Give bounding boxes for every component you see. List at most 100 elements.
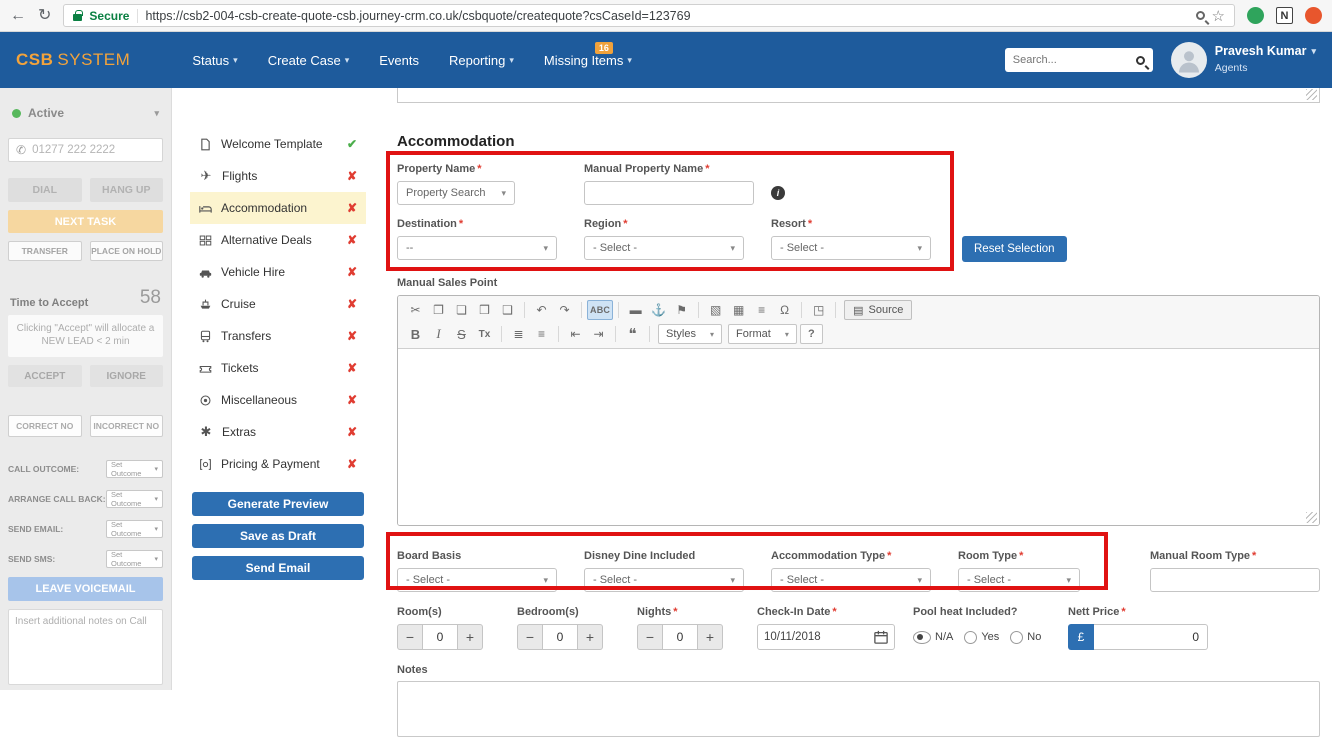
undo-icon[interactable]: ↶ bbox=[530, 300, 553, 320]
indent-icon[interactable]: ⇥ bbox=[587, 324, 610, 344]
manual-property-name-input[interactable] bbox=[584, 181, 754, 205]
radio-option-no[interactable]: No bbox=[1010, 630, 1041, 644]
extension-icon-green[interactable] bbox=[1247, 7, 1264, 24]
zoom-icon[interactable] bbox=[1195, 11, 1205, 20]
hang-up-button[interactable]: HANG UP bbox=[89, 178, 163, 202]
app-logo[interactable]: CSB SYSTEM bbox=[16, 50, 130, 70]
source-button[interactable]: ▤ Source bbox=[844, 300, 913, 320]
correct-no-button[interactable]: CORRECT NO bbox=[8, 415, 82, 437]
menu-item-flights[interactable]: ✈ Flights ✘ bbox=[190, 160, 366, 192]
board-basis-select[interactable]: - Select - ▾ bbox=[397, 568, 557, 592]
agent-status-dropdown[interactable]: Active ▾ bbox=[8, 100, 163, 126]
minus-icon[interactable]: − bbox=[397, 624, 423, 650]
user-menu[interactable]: Pravesh Kumar ▾ Agents bbox=[1170, 42, 1316, 78]
calendar-icon[interactable] bbox=[874, 630, 888, 644]
hline-icon[interactable]: ▬ bbox=[624, 300, 647, 320]
nav-item-missing-items[interactable]: 16 Missing Items ▾ bbox=[544, 41, 632, 68]
send-email-button[interactable]: Send Email bbox=[192, 556, 364, 580]
manual-room-type-input[interactable] bbox=[1150, 568, 1320, 592]
arrange-call-back-select[interactable]: Set Outcome ▾ bbox=[106, 490, 163, 508]
menu-item-vehicle-hire[interactable]: Vehicle Hire ✘ bbox=[190, 256, 366, 288]
radio-option-yes[interactable]: Yes bbox=[964, 630, 999, 644]
clipped-textarea[interactable] bbox=[397, 88, 1320, 103]
info-icon[interactable]: i bbox=[771, 185, 785, 200]
plus-icon[interactable]: + bbox=[457, 624, 483, 650]
reload-icon[interactable]: ↻ bbox=[38, 7, 51, 24]
check-in-date-field[interactable] bbox=[757, 624, 895, 650]
plus-icon[interactable]: + bbox=[697, 624, 723, 650]
menu-item-tickets[interactable]: Tickets ✘ bbox=[190, 352, 366, 384]
avatar[interactable] bbox=[1170, 42, 1207, 78]
bedrooms-value[interactable] bbox=[543, 624, 577, 650]
paste-icon[interactable]: ❏ bbox=[450, 300, 473, 320]
nav-item-events[interactable]: Events bbox=[379, 53, 419, 68]
place-on-hold-button[interactable]: PLACE ON HOLD bbox=[89, 241, 163, 261]
help-button[interactable]: ? bbox=[799, 324, 823, 344]
remove-format-icon[interactable]: Tx bbox=[473, 324, 496, 344]
numbered-list-icon[interactable]: ≣ bbox=[507, 324, 530, 344]
nav-item-create-case[interactable]: Create Case ▾ bbox=[268, 53, 350, 68]
extension-icon-red[interactable] bbox=[1305, 7, 1322, 24]
destination-select[interactable]: -- ▾ bbox=[397, 236, 557, 260]
check-in-date-input[interactable] bbox=[764, 631, 874, 643]
global-search[interactable] bbox=[1004, 48, 1153, 72]
back-icon[interactable]: ← bbox=[10, 7, 26, 24]
menu-item-pricing-payment[interactable]: Pricing & Payment ✘ bbox=[190, 448, 366, 480]
anchor-icon[interactable]: ⚓ bbox=[647, 300, 670, 320]
styles-select[interactable]: Styles ▾ bbox=[658, 324, 722, 344]
url-text[interactable]: https://csb2-004-csb-create-quote-csb.jo… bbox=[145, 9, 1188, 23]
spellcheck-button[interactable]: ABC bbox=[587, 300, 614, 320]
transfer-button[interactable]: TRANSFER bbox=[8, 241, 82, 261]
call-notes-textarea[interactable] bbox=[8, 609, 163, 685]
maximize-icon[interactable]: ◳ bbox=[807, 300, 830, 320]
region-select[interactable]: - Select - ▾ bbox=[584, 236, 744, 260]
italic-icon[interactable]: I bbox=[427, 324, 450, 344]
outdent-icon[interactable]: ⇤ bbox=[564, 324, 587, 344]
menu-item-cruise[interactable]: Cruise ✘ bbox=[190, 288, 366, 320]
send-email-select[interactable]: Set Outcome ▾ bbox=[106, 520, 163, 538]
menu-item-extras[interactable]: ✱ Extras ✘ bbox=[190, 416, 366, 448]
nav-item-reporting[interactable]: Reporting ▾ bbox=[449, 53, 514, 68]
image-icon[interactable]: ▧ bbox=[704, 300, 727, 320]
copy-icon[interactable]: ❐ bbox=[427, 300, 450, 320]
menu-item-transfers[interactable]: Transfers ✘ bbox=[190, 320, 366, 352]
leave-voicemail-button[interactable]: LEAVE VOICEMAIL bbox=[8, 577, 163, 601]
horizontal-rule-icon[interactable]: ≡ bbox=[750, 300, 773, 320]
bold-icon[interactable]: B bbox=[404, 324, 427, 344]
room-type-select[interactable]: - Select - ▾ bbox=[958, 568, 1080, 592]
search-icon[interactable] bbox=[1135, 55, 1145, 65]
resort-select[interactable]: - Select - ▾ bbox=[771, 236, 931, 260]
notes-textarea[interactable] bbox=[397, 681, 1320, 737]
bulleted-list-icon[interactable]: ≡ bbox=[530, 324, 553, 344]
resize-grip-icon[interactable] bbox=[1306, 89, 1317, 100]
editor-content-area[interactable] bbox=[398, 349, 1319, 525]
cut-icon[interactable]: ✂ bbox=[404, 300, 427, 320]
extension-icon-n[interactable]: N bbox=[1276, 7, 1293, 24]
send-sms-select[interactable]: Set Outcome ▾ bbox=[106, 550, 163, 568]
menu-item-alternative-deals[interactable]: Alternative Deals ✘ bbox=[190, 224, 366, 256]
paste-word-icon[interactable]: ❑ bbox=[496, 300, 519, 320]
blockquote-icon[interactable]: ❝ bbox=[621, 324, 644, 344]
url-bar[interactable]: Secure https://csb2-004-csb-create-quote… bbox=[63, 4, 1235, 27]
minus-icon[interactable]: − bbox=[517, 624, 543, 650]
ignore-button[interactable]: IGNORE bbox=[89, 365, 163, 387]
radio-selected-icon[interactable] bbox=[913, 630, 931, 644]
menu-item-accommodation[interactable]: Accommodation ✘ bbox=[190, 192, 366, 224]
save-as-draft-button[interactable]: Save as Draft bbox=[192, 524, 364, 548]
bookmark-star-icon[interactable]: ☆ bbox=[1212, 7, 1225, 25]
flag-icon[interactable]: ⚑ bbox=[670, 300, 693, 320]
rooms-value[interactable] bbox=[423, 624, 457, 650]
call-outcome-select[interactable]: Set Outcome ▾ bbox=[106, 460, 163, 478]
nav-item-status[interactable]: Status ▾ bbox=[192, 53, 237, 68]
menu-item-miscellaneous[interactable]: Miscellaneous ✘ bbox=[190, 384, 366, 416]
strikethrough-icon[interactable]: S bbox=[450, 324, 473, 344]
accept-button[interactable]: ACCEPT bbox=[8, 365, 82, 387]
incorrect-no-button[interactable]: INCORRECT NO bbox=[89, 415, 163, 437]
radio-icon[interactable] bbox=[964, 630, 978, 644]
reset-selection-button[interactable]: Reset Selection bbox=[962, 236, 1067, 262]
generate-preview-button[interactable]: Generate Preview bbox=[192, 492, 364, 516]
paste-text-icon[interactable]: ❒ bbox=[473, 300, 496, 320]
nights-value[interactable] bbox=[663, 624, 697, 650]
special-char-icon[interactable]: Ω bbox=[773, 300, 796, 320]
next-task-button[interactable]: NEXT TASK bbox=[8, 210, 163, 233]
